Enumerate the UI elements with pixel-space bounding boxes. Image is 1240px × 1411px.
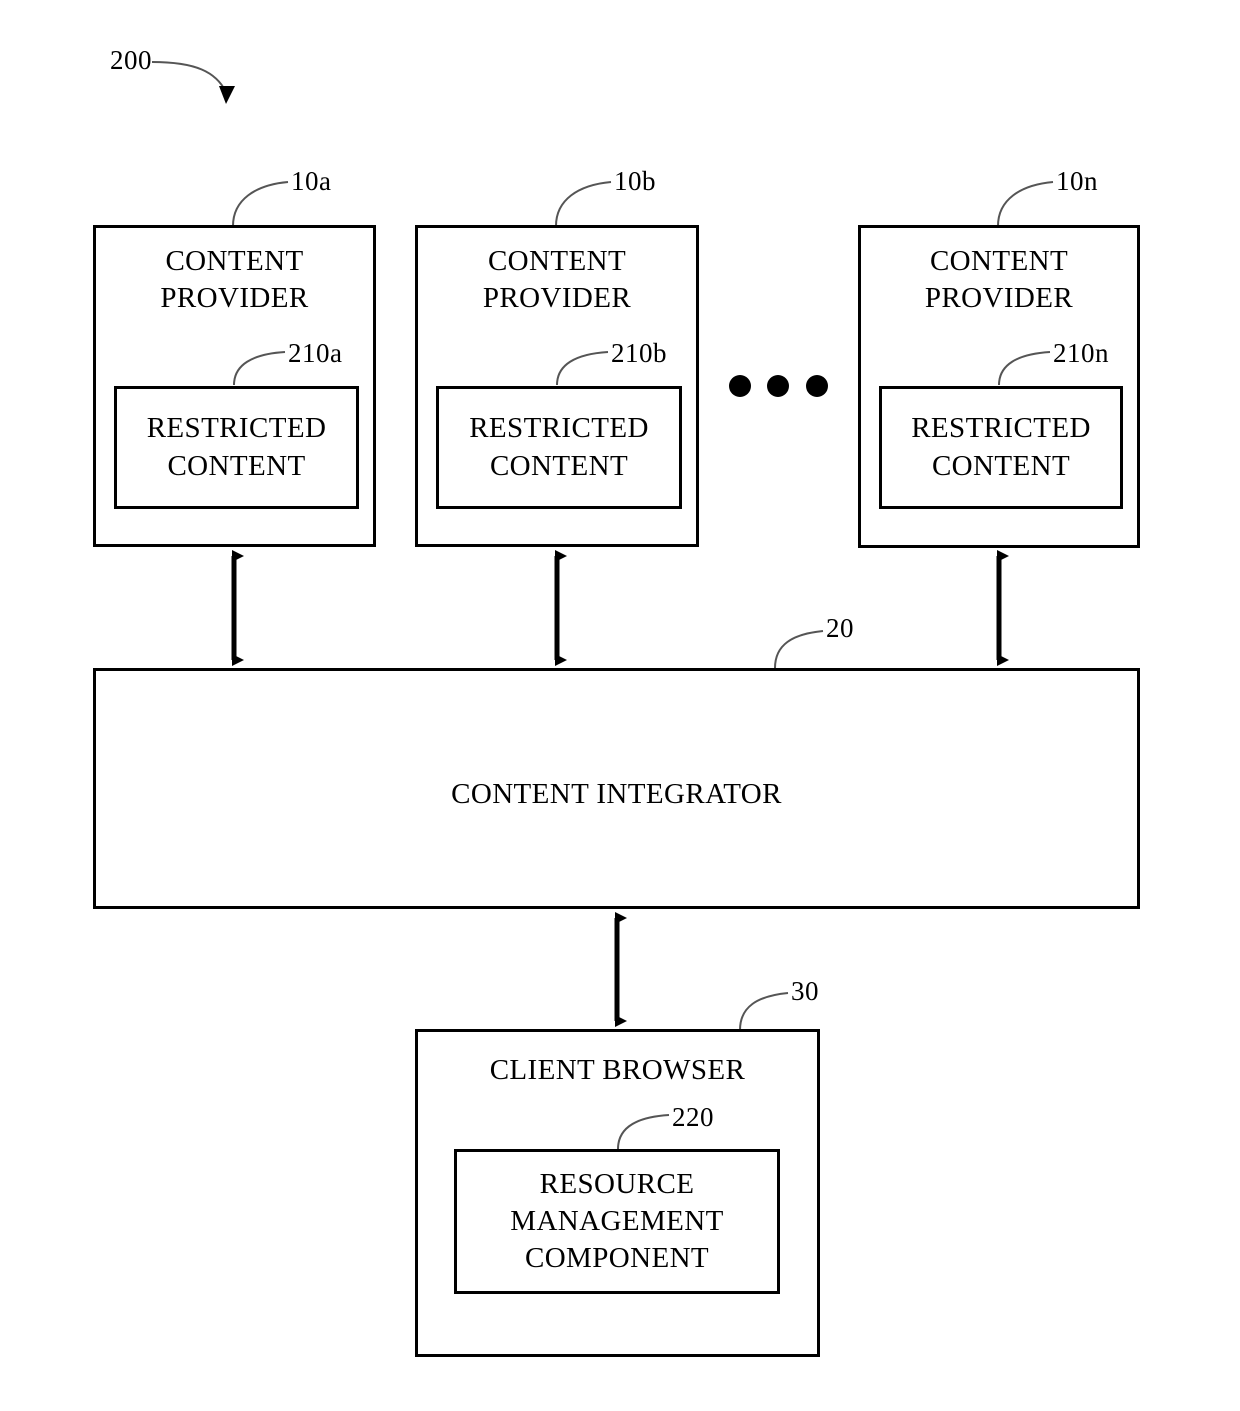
leader-10a (232, 181, 289, 227)
patent-figure-diagram: 200 10a CONTENT PROVIDER RESTRICTED CONT… (0, 0, 1240, 1411)
content-provider-title-n: CONTENT PROVIDER (924, 245, 1074, 315)
ref-number-10b: 10b (614, 166, 656, 196)
content-provider-box-a: CONTENT PROVIDER RESTRICTED CONTENT (93, 225, 376, 547)
leader-20 (774, 630, 824, 669)
ref-number-10n: 10n (1056, 166, 1098, 196)
leader-30 (739, 992, 789, 1031)
restricted-content-box-b: RESTRICTED CONTENT (436, 386, 682, 509)
leader-10n (997, 181, 1054, 227)
ref-number-210n: 210n (1053, 338, 1109, 368)
ref-number-220: 220 (672, 1102, 714, 1132)
content-provider-box-b: CONTENT PROVIDER RESTRICTED CONTENT (415, 225, 699, 547)
content-integrator-title: CONTENT INTEGRATOR (451, 778, 782, 810)
content-provider-title-b: CONTENT PROVIDER (482, 245, 632, 315)
ellipsis-dot (806, 375, 828, 397)
ref-number-10a: 10a (291, 166, 332, 196)
figure-ref-leader (151, 61, 235, 104)
content-provider-box-n: CONTENT PROVIDER RESTRICTED CONTENT (858, 225, 1140, 548)
ref-number-210a: 210a (288, 338, 343, 368)
ref-number-210b: 210b (611, 338, 667, 368)
content-integrator-box: CONTENT INTEGRATOR (93, 668, 1140, 909)
resource-management-component-label: RESOURCE MANAGEMENT COMPONENT (510, 1167, 724, 1275)
client-browser-title: CLIENT BROWSER (489, 1054, 746, 1086)
restricted-content-label-b: RESTRICTED CONTENT (469, 412, 649, 482)
ref-number-30: 30 (791, 976, 819, 1006)
restricted-content-box-n: RESTRICTED CONTENT (879, 386, 1123, 509)
restricted-content-box-a: RESTRICTED CONTENT (114, 386, 359, 509)
ref-number-20: 20 (826, 613, 854, 643)
content-provider-title-a: CONTENT PROVIDER (160, 245, 309, 315)
resource-management-component-box: RESOURCE MANAGEMENT COMPONENT (454, 1149, 780, 1294)
restricted-content-label-n: RESTRICTED CONTENT (911, 412, 1091, 482)
ellipsis-dot (729, 375, 751, 397)
restricted-content-label-a: RESTRICTED CONTENT (146, 412, 327, 482)
ellipsis-dot (767, 375, 789, 397)
figure-ref-number: 200 (110, 45, 152, 75)
client-browser-box: CLIENT BROWSER RESOURCE MANAGEMENT COMPO… (415, 1029, 820, 1357)
leader-10b (555, 181, 612, 227)
